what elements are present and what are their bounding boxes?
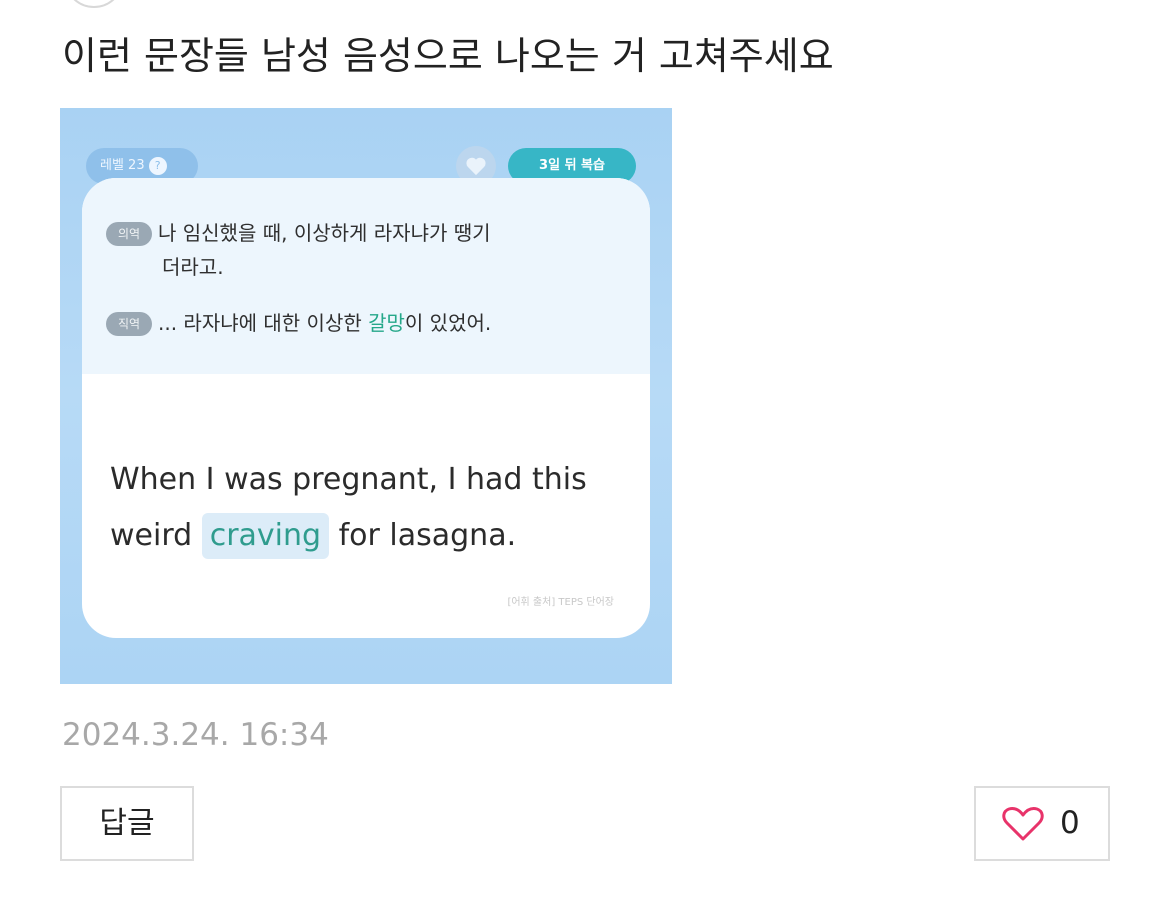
- avatar[interactable]: [64, 0, 124, 8]
- post-title: 이런 문장들 남성 음성으로 나오는 거 고쳐주세요: [62, 34, 834, 78]
- source-credit: [어휘 출처] TEPS 단어장: [507, 597, 614, 608]
- reply-button[interactable]: 답글: [60, 786, 194, 861]
- help-icon: ?: [148, 156, 167, 175]
- attached-image[interactable]: 레벨 23? 3일 뒤 복습 의역 나 임신했을 때, 이상하게 라자냐가 땡기 …: [60, 108, 672, 684]
- english-sentence: When I was pregnant, I had this weird cr…: [110, 452, 630, 564]
- literal-row: 직역... 라자냐에 대한 이상한 갈망이 있었어.: [106, 306, 626, 340]
- meaning-text-line-1: 나 임신했을 때, 이상하게 라자냐가 땡기: [158, 221, 491, 245]
- meaning-tag: 의역: [106, 222, 152, 246]
- literal-highlight: 갈망: [368, 311, 405, 335]
- like-count: 0: [1060, 805, 1080, 841]
- post-date: 2024.3.24. 16:34: [62, 717, 329, 753]
- meaning-text-line-2: 더라고.: [162, 255, 224, 279]
- meaning-row: 의역 나 임신했을 때, 이상하게 라자냐가 땡기 더라고.: [106, 216, 626, 284]
- literal-text-after: 이 있었어.: [404, 311, 492, 335]
- english-text-after: for lasagna.: [329, 518, 517, 553]
- level-chip-label: 레벨 23: [100, 158, 145, 173]
- heart-outline-icon: [1002, 807, 1044, 841]
- like-button[interactable]: 0: [974, 786, 1110, 861]
- english-highlight-word: craving: [201, 513, 330, 559]
- post-page: 이런 문장들 남성 음성으로 나오는 거 고쳐주세요 레벨 23? 3일 뒤 복…: [0, 0, 1170, 898]
- literal-tag: 직역: [106, 312, 152, 336]
- literal-text-before: ... 라자냐에 대한 이상한: [158, 311, 369, 335]
- flashcard: 의역 나 임신했을 때, 이상하게 라자냐가 땡기 더라고. 직역... 라자냐에…: [82, 178, 650, 638]
